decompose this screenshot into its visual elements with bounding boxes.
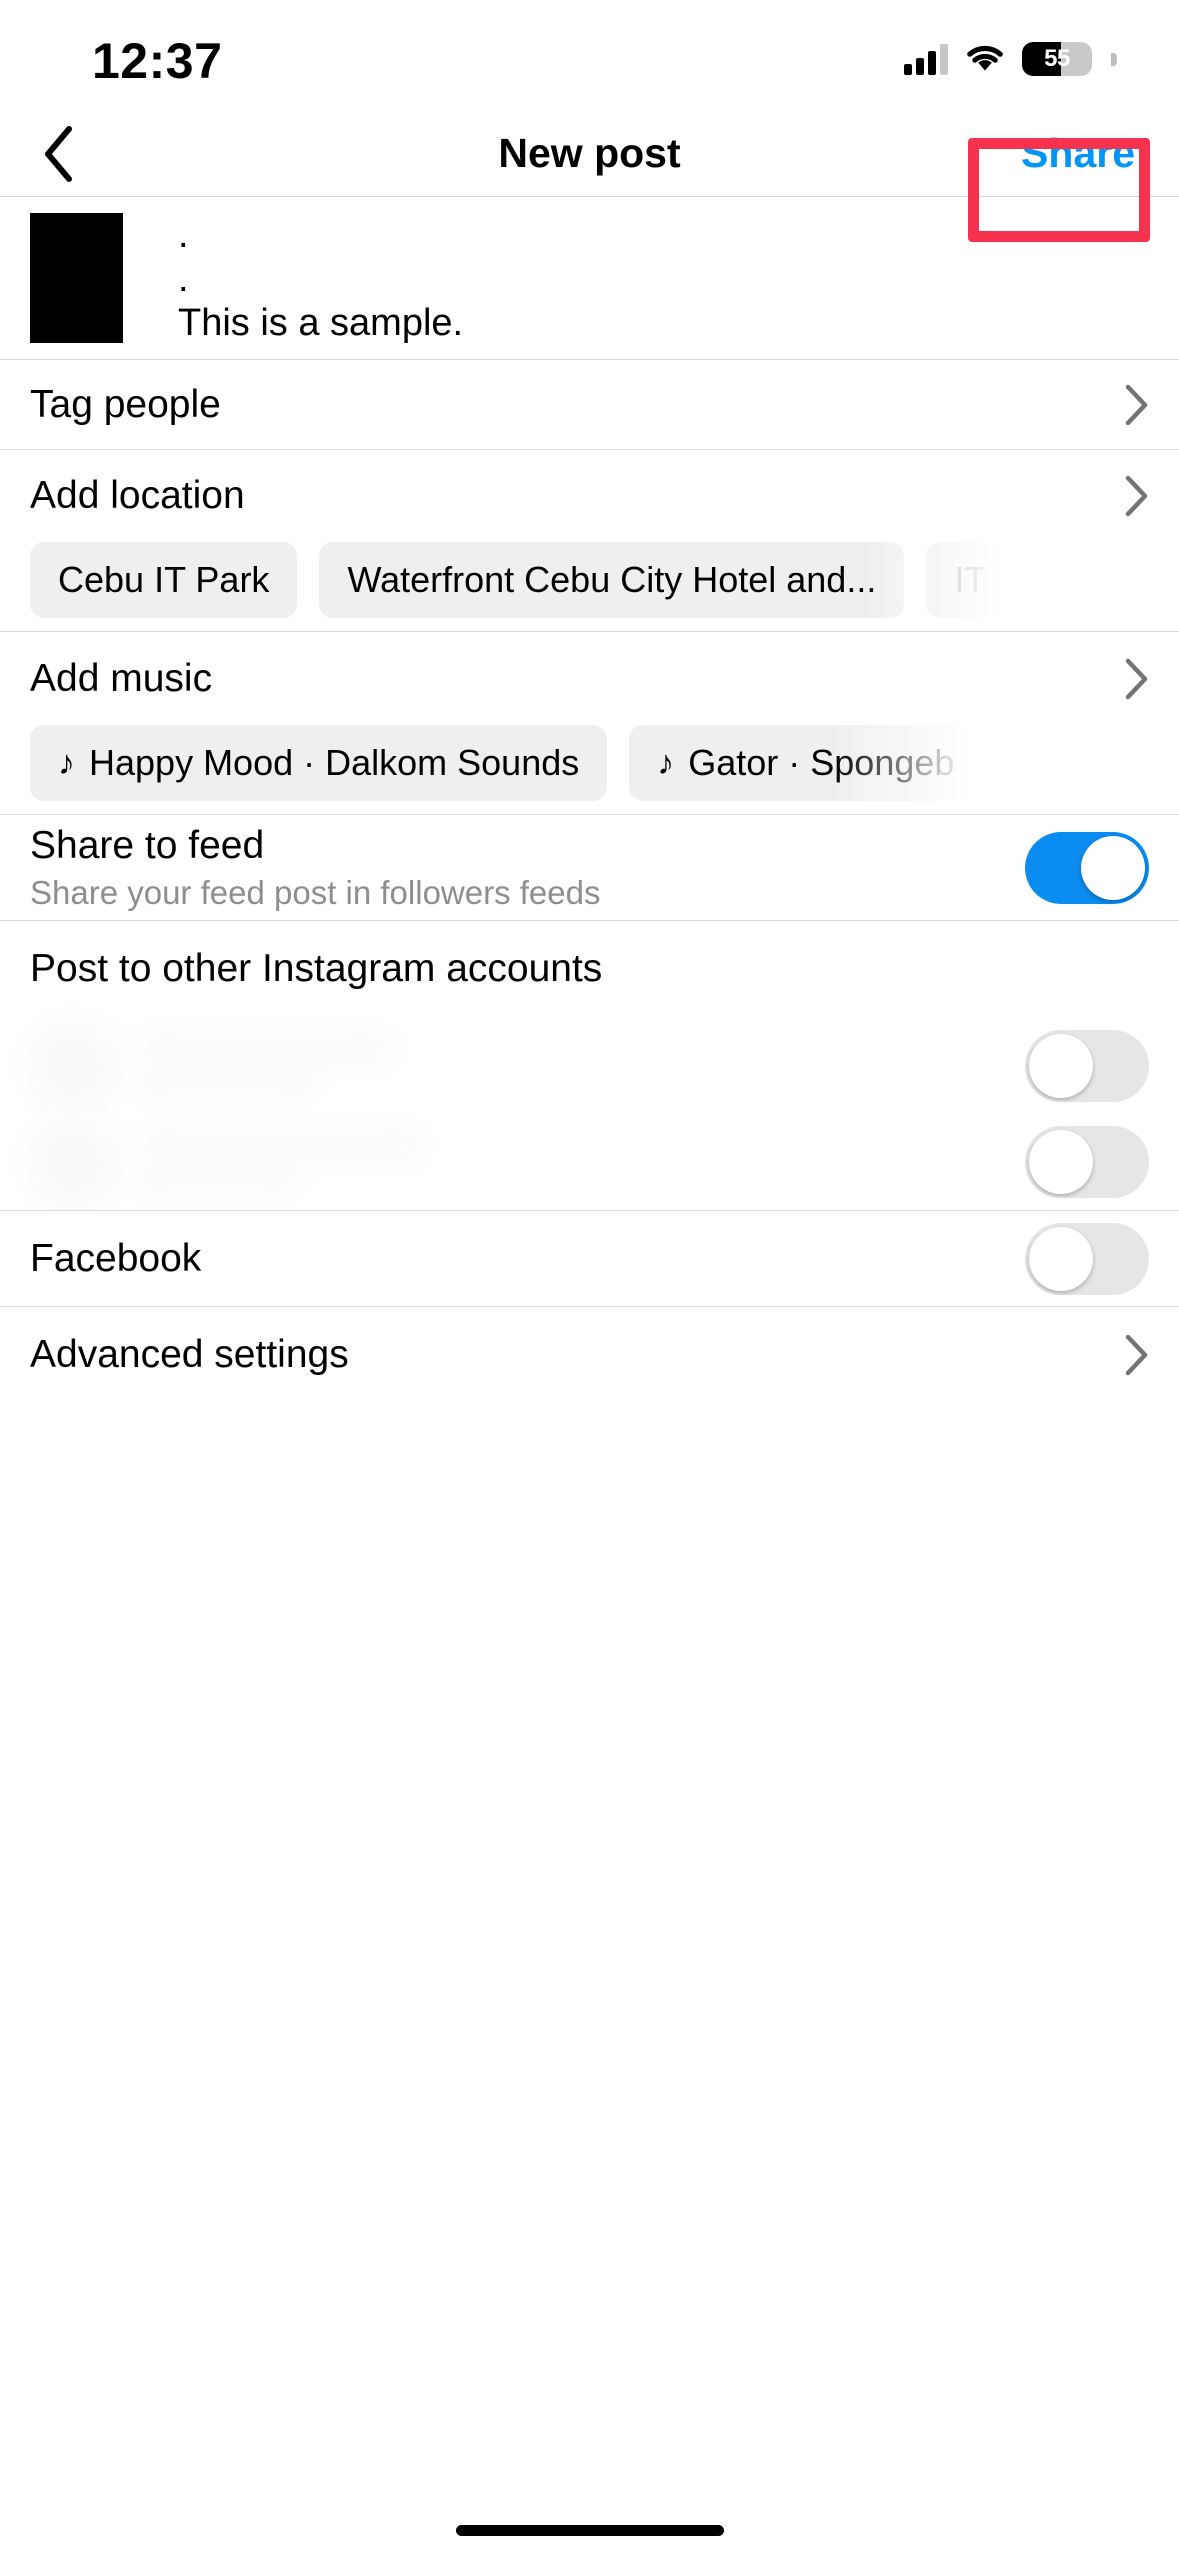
music-note-icon: ♪ (58, 743, 75, 782)
location-chip[interactable]: Waterfront Cebu City Hotel and... (319, 542, 905, 618)
avatar (30, 1119, 116, 1205)
status-bar-indicators: 55 (904, 36, 1117, 82)
share-to-feed-row[interactable]: Share to feed Share your feed post in fo… (0, 815, 1179, 921)
location-chip-label: Waterfront Cebu City Hotel and... (347, 559, 877, 600)
other-accounts-heading: Post to other Instagram accounts (30, 947, 603, 990)
facebook-row[interactable]: Facebook (0, 1211, 1179, 1307)
tag-people-label: Tag people (30, 382, 221, 426)
other-account-row[interactable] (0, 1114, 1179, 1210)
caption-line: . (178, 214, 189, 256)
add-location-section: Add location Cebu IT Park Waterfront Ceb… (0, 450, 1179, 632)
battery-tip-icon (1111, 52, 1117, 66)
share-to-feed-toggle[interactable] (1025, 831, 1149, 904)
add-music-row[interactable]: Add music (30, 632, 1149, 725)
cellular-signal-icon (904, 43, 948, 75)
toggle-knob (1081, 835, 1145, 900)
post-thumbnail[interactable] (30, 213, 123, 343)
music-suggestions-strip[interactable]: ♪ Happy Mood · Dalkom Sounds ♪ Gator · S… (0, 725, 1179, 801)
share-to-feed-subtitle: Share your feed post in followers feeds (30, 873, 601, 911)
home-indicator[interactable] (455, 2525, 724, 2536)
instagram-new-post-screen: 12:37 55 New post Share . . This is a sa… (0, 0, 1179, 2556)
battery-percent-label: 55 (1044, 45, 1070, 72)
location-chip[interactable]: IT (864, 542, 1015, 618)
location-chip[interactable]: Cebu IT Park (30, 542, 298, 618)
location-chip-label: Cebu IT Park (58, 559, 270, 600)
share-to-feed-title: Share to feed (30, 823, 265, 867)
music-note-icon: ♪ (657, 743, 675, 782)
other-account-identity (30, 1022, 392, 1109)
wifi-icon (964, 43, 1006, 75)
location-suggestions-strip[interactable]: Cebu IT Park Waterfront Cebu City Hotel … (0, 542, 1179, 618)
status-bar-time: 12:37 (92, 33, 223, 89)
share-button[interactable]: Share (1021, 110, 1135, 197)
add-music-section: Add music ♪ Happy Mood · Dalkom Sounds ♪… (0, 632, 1179, 815)
chevron-right-icon (1125, 1334, 1148, 1375)
advanced-settings-row[interactable]: Advanced settings (0, 1307, 1179, 1402)
toggle-knob (1029, 1033, 1093, 1098)
avatar (30, 1022, 116, 1109)
toggle-knob (1029, 1226, 1093, 1291)
page-title: New post (498, 130, 681, 176)
caption-line: This is a sample. (178, 302, 464, 344)
other-account-identity (30, 1119, 422, 1205)
music-chip-label: Gator · Spongeb (688, 742, 955, 783)
chevron-right-icon (1125, 384, 1148, 425)
chevron-right-icon (1125, 475, 1148, 517)
music-chip[interactable]: ♪ Happy Mood · Dalkom Sounds (30, 725, 608, 801)
caption-line: . (178, 258, 189, 300)
music-chip[interactable]: ♪ Gator · Spongeb (629, 725, 983, 801)
music-chip-label: Happy Mood · Dalkom Sounds (89, 742, 580, 783)
add-music-label: Add music (30, 656, 213, 700)
other-account-toggle[interactable] (1025, 1029, 1149, 1102)
other-account-toggle[interactable] (1025, 1126, 1149, 1198)
facebook-toggle[interactable] (1025, 1222, 1149, 1295)
status-bar: 12:37 55 (0, 0, 1179, 110)
other-account-row[interactable] (0, 1017, 1179, 1114)
facebook-label: Facebook (30, 1236, 202, 1280)
add-location-label: Add location (30, 474, 245, 517)
chevron-right-icon (1125, 658, 1148, 699)
location-chip-label: IT (954, 559, 987, 600)
navigation-bar: New post Share (0, 110, 1179, 197)
advanced-settings-label: Advanced settings (30, 1332, 349, 1376)
add-location-row[interactable]: Add location (30, 450, 1149, 542)
battery-icon: 55 (1022, 42, 1092, 76)
other-accounts-section: Post to other Instagram accounts (0, 921, 1179, 1211)
toggle-knob (1029, 1130, 1093, 1194)
caption-text[interactable]: . . . This is a sample. (178, 208, 463, 348)
tag-people-row[interactable]: Tag people (0, 360, 1179, 450)
caption-row[interactable]: . . . This is a sample. (0, 197, 1179, 360)
